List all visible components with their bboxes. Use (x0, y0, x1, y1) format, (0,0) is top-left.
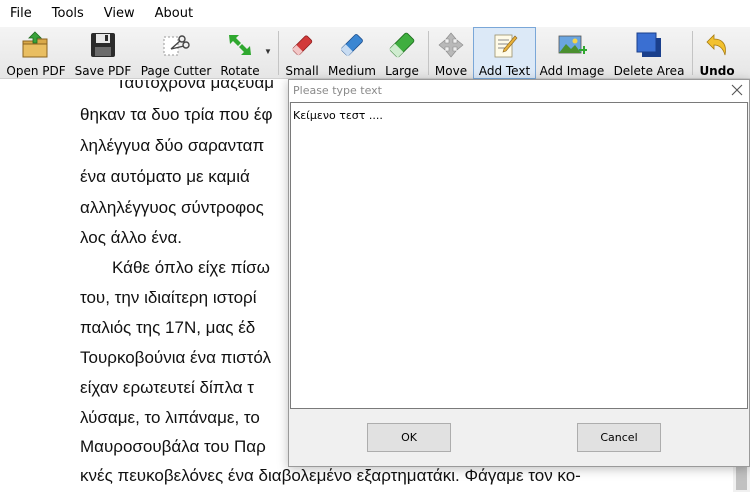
add-image-button[interactable]: Add Image (538, 27, 606, 79)
document-line: Κάθε όπλο είχε πίσω (112, 258, 270, 277)
open-pdf-button[interactable]: Open PDF (4, 27, 68, 79)
document-line: αλληλέγγυος σύντροφος (80, 198, 264, 217)
document-line: του, την ιδιαίτερη ιστορί (80, 288, 257, 307)
menu-file[interactable]: File (0, 0, 42, 27)
document-line: παλιός της 17Ν, μας έδ (80, 318, 256, 337)
menu-bar: File Tools View About (0, 0, 750, 27)
add-text-button[interactable]: Add Text (473, 27, 536, 79)
menu-about[interactable]: About (145, 0, 203, 27)
toolbar-separator (278, 31, 279, 75)
rotate-dropdown-icon[interactable]: ▼ (264, 47, 272, 56)
cancel-button[interactable]: Cancel (577, 423, 661, 452)
undo-button[interactable]: Undo (696, 27, 738, 79)
text-input-dialog: Please type text Κείμενο τεστ .... OK Ca… (288, 79, 750, 467)
toolbar: Open PDF Save PDF Page Cutter Rotate ▼ S… (0, 27, 750, 79)
add-image-label: Add Image (539, 64, 605, 78)
text-pencil-icon (489, 30, 521, 61)
document-line: ληλέγγυα δύο σαρανταπ (80, 136, 265, 155)
move-button[interactable]: Move (432, 27, 470, 79)
save-pdf-label: Save PDF (74, 64, 132, 78)
text-input-field[interactable]: Κείμενο τεστ .... (290, 102, 748, 409)
delete-area-button[interactable]: Delete Area (610, 27, 688, 79)
rotate-button[interactable]: Rotate (216, 27, 264, 79)
delete-area-icon (633, 29, 665, 61)
toolbar-separator (428, 31, 429, 75)
document-line: λύσαμε, το λιπάναμε, το (80, 408, 260, 427)
eraser-large-button[interactable]: Large (382, 27, 422, 79)
dialog-title-bar[interactable]: Please type text (289, 80, 749, 102)
document-line: λος άλλο ένα. (80, 228, 182, 247)
medium-label: Medium (328, 64, 376, 78)
rotate-label: Rotate (220, 64, 260, 78)
document-line: είχαν ερωτευτεί δίπλα τ (80, 378, 255, 397)
document-line: κνές πευκοβελόνες ένα διαβολεμένο εξαρτη… (80, 466, 581, 485)
move-arrows-icon (435, 29, 467, 61)
page-cutter-button[interactable]: Page Cutter (138, 27, 214, 79)
document-line: Τουρκοβούνια ένα πιστόλ (80, 348, 272, 367)
large-label: Large (385, 64, 419, 78)
delete-area-label: Delete Area (613, 64, 685, 78)
move-label: Move (434, 64, 468, 78)
page-cutter-label: Page Cutter (140, 64, 212, 78)
eraser-small-button[interactable]: Small (282, 27, 322, 79)
toolbar-separator (692, 31, 693, 75)
small-label: Small (285, 64, 319, 78)
menu-tools[interactable]: Tools (42, 0, 94, 27)
eraser-medium-button[interactable]: Medium (326, 27, 378, 79)
open-folder-icon (20, 29, 52, 61)
floppy-disk-icon (87, 29, 119, 61)
add-text-label: Add Text (478, 64, 531, 78)
green-eraser-icon (386, 29, 418, 61)
save-pdf-button[interactable]: Save PDF (72, 27, 134, 79)
open-pdf-label: Open PDF (6, 64, 66, 78)
rotate-arrows-icon (224, 29, 256, 61)
undo-label: Undo (699, 64, 735, 78)
image-add-icon (556, 29, 588, 61)
document-line: θηκαν τα δυο τρία που έφ (80, 105, 273, 124)
dialog-title: Please type text (293, 84, 382, 97)
scissors-icon (160, 29, 192, 61)
menu-view[interactable]: View (94, 0, 145, 27)
document-line: ένα αυτόματο με καμιά (80, 167, 250, 186)
close-icon[interactable] (729, 82, 745, 98)
document-line: Μαυροσουβάλα του Παρ (80, 437, 266, 456)
red-eraser-icon (286, 29, 318, 61)
ok-button[interactable]: OK (367, 423, 451, 452)
blue-eraser-icon (336, 29, 368, 61)
undo-arrow-icon (701, 29, 733, 61)
document-line: Ταυτόχρονα μαζεύαμ (116, 80, 275, 92)
